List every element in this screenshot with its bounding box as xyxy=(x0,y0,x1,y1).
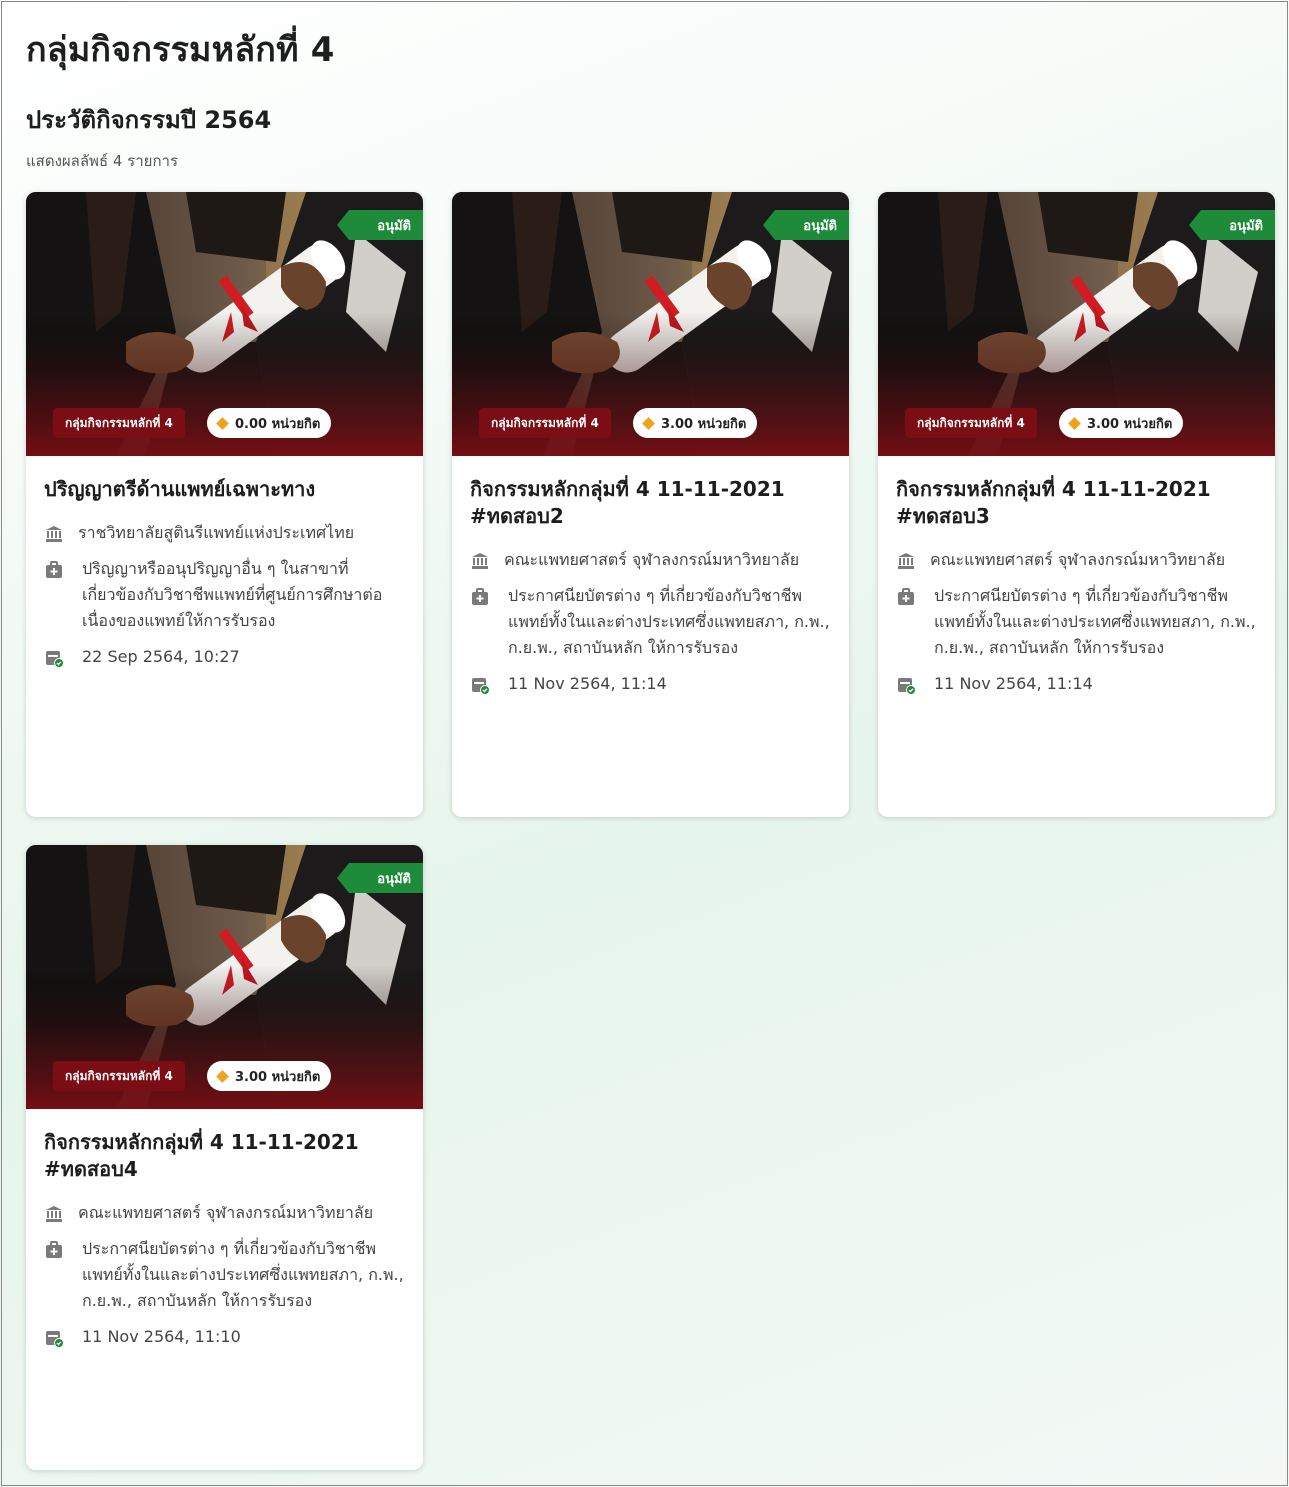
credit-value: 3.00 หน่วยกิต xyxy=(235,1069,321,1085)
result-count: แสดงผลลัพธ์ 4 รายการ xyxy=(26,152,179,170)
activity-card[interactable]: อนุมัติ กลุ่มกิจกรรมหลักที่ 4 3.00 หน่วย… xyxy=(26,845,423,1470)
activity-description: ประกาศนียบัตรต่าง ๆ ที่เกี่ยวข้องกับวิชา… xyxy=(508,586,830,657)
activity-title: กิจกรรมหลักกลุ่มที่ 4 11-11-2021 #ทดสอบ3 xyxy=(896,477,1211,528)
activity-title: กิจกรรมหลักกลุ่มที่ 4 11-11-2021 #ทดสอบ2 xyxy=(470,477,785,528)
diamond-icon xyxy=(1068,416,1081,430)
medical-kit-icon xyxy=(898,588,914,605)
approved-badge: อนุมัติ xyxy=(763,210,849,240)
graduation-photo: อนุมัติ กลุ่มกิจกรรมหลักที่ 4 3.00 หน่วย… xyxy=(26,845,423,1109)
activity-card[interactable]: อนุมัติ กลุ่มกิจกรรมหลักที่ 4 3.00 หน่วย… xyxy=(878,192,1275,817)
credit-badge: 0.00 หน่วยกิต xyxy=(207,408,332,438)
approved-badge: อนุมัติ xyxy=(337,863,423,893)
activity-description: ประกาศนียบัตรต่าง ๆ ที่เกี่ยวข้องกับวิชา… xyxy=(934,586,1256,657)
credit-badge: 3.00 หน่วยกิต xyxy=(207,1061,332,1091)
activity-card[interactable]: อนุมัติ กลุ่มกิจกรรมหลักที่ 4 0.00 หน่วย… xyxy=(26,192,423,817)
medical-kit-icon xyxy=(472,588,488,605)
activity-title: กิจกรรมหลักกลุ่มที่ 4 11-11-2021 #ทดสอบ4 xyxy=(44,1130,359,1181)
credit-badge: 3.00 หน่วยกิต xyxy=(1059,408,1184,438)
credit-value: 3.00 หน่วยกิต xyxy=(1087,416,1173,432)
activity-description: ประกาศนียบัตรต่าง ๆ ที่เกี่ยวข้องกับวิชา… xyxy=(82,1239,404,1310)
institution-icon xyxy=(46,526,62,542)
activity-date: 11 Nov 2564, 11:14 xyxy=(934,674,1093,693)
activity-date: 11 Nov 2564, 11:10 xyxy=(82,1327,241,1346)
institution-name: คณะแพทยศาสตร์ จุฬาลงกรณ์มหาวิทยาลัย xyxy=(930,550,1226,569)
activity-group-tag: กลุ่มกิจกรรมหลักที่ 4 xyxy=(53,408,185,438)
graduation-photo: อนุมัติ กลุ่มกิจกรรมหลักที่ 4 3.00 หน่วย… xyxy=(452,192,849,456)
activity-date: 11 Nov 2564, 11:14 xyxy=(508,674,667,693)
credit-badge: 3.00 หน่วยกิต xyxy=(633,408,758,438)
activity-description: ปริญญาหรืออนุปริญญาอื่น ๆ ในสาขาที่เกี่ย… xyxy=(82,559,383,630)
approved-label: อนุมัติ xyxy=(1229,218,1263,234)
approved-badge: อนุมัติ xyxy=(337,210,423,240)
activity-date: 22 Sep 2564, 10:27 xyxy=(82,647,240,666)
approved-badge: อนุมัติ xyxy=(1189,210,1275,240)
activity-title: ปริญญาตรีด้านแพทย์เฉพาะทาง xyxy=(44,477,316,501)
graduation-photo: อนุมัติ กลุ่มกิจกรรมหลักที่ 4 0.00 หน่วย… xyxy=(26,192,423,456)
section-title: ประวัติกิจกรรมปี 2564 xyxy=(26,106,272,134)
calendar-check-icon xyxy=(46,651,64,668)
credit-value: 3.00 หน่วยกิต xyxy=(661,416,747,432)
medical-kit-icon xyxy=(46,561,62,578)
activity-group-tag: กลุ่มกิจกรรมหลักที่ 4 xyxy=(53,1061,185,1091)
calendar-check-icon xyxy=(472,678,490,695)
calendar-check-icon xyxy=(46,1331,64,1348)
institution-icon xyxy=(472,553,488,569)
activity-group-tag: กลุ่มกิจกรรมหลักที่ 4 xyxy=(905,408,1037,438)
approved-label: อนุมัติ xyxy=(377,871,411,887)
graduation-photo: อนุมัติ กลุ่มกิจกรรมหลักที่ 4 3.00 หน่วย… xyxy=(878,192,1275,456)
approved-label: อนุมัติ xyxy=(377,218,411,234)
medical-kit-icon xyxy=(46,1241,62,1258)
institution-name: คณะแพทยศาสตร์ จุฬาลงกรณ์มหาวิทยาลัย xyxy=(78,1203,374,1222)
diamond-icon xyxy=(642,416,655,430)
calendar-check-icon xyxy=(898,678,916,695)
page-title: กลุ่มกิจกรรมหลักที่ 4 xyxy=(26,30,335,70)
credit-value: 0.00 หน่วยกิต xyxy=(235,416,321,432)
diamond-icon xyxy=(216,416,229,430)
activity-card[interactable]: อนุมัติ กลุ่มกิจกรรมหลักที่ 4 3.00 หน่วย… xyxy=(452,192,849,817)
institution-name: ราชวิทยาลัยสูตินรีแพทย์แห่งประเทศไทย xyxy=(78,523,355,542)
institution-icon xyxy=(46,1206,62,1222)
institution-icon xyxy=(898,553,914,569)
institution-name: คณะแพทยศาสตร์ จุฬาลงกรณ์มหาวิทยาลัย xyxy=(504,550,800,569)
approved-label: อนุมัติ xyxy=(803,218,837,234)
activity-group-tag: กลุ่มกิจกรรมหลักที่ 4 xyxy=(479,408,611,438)
diamond-icon xyxy=(216,1069,229,1083)
